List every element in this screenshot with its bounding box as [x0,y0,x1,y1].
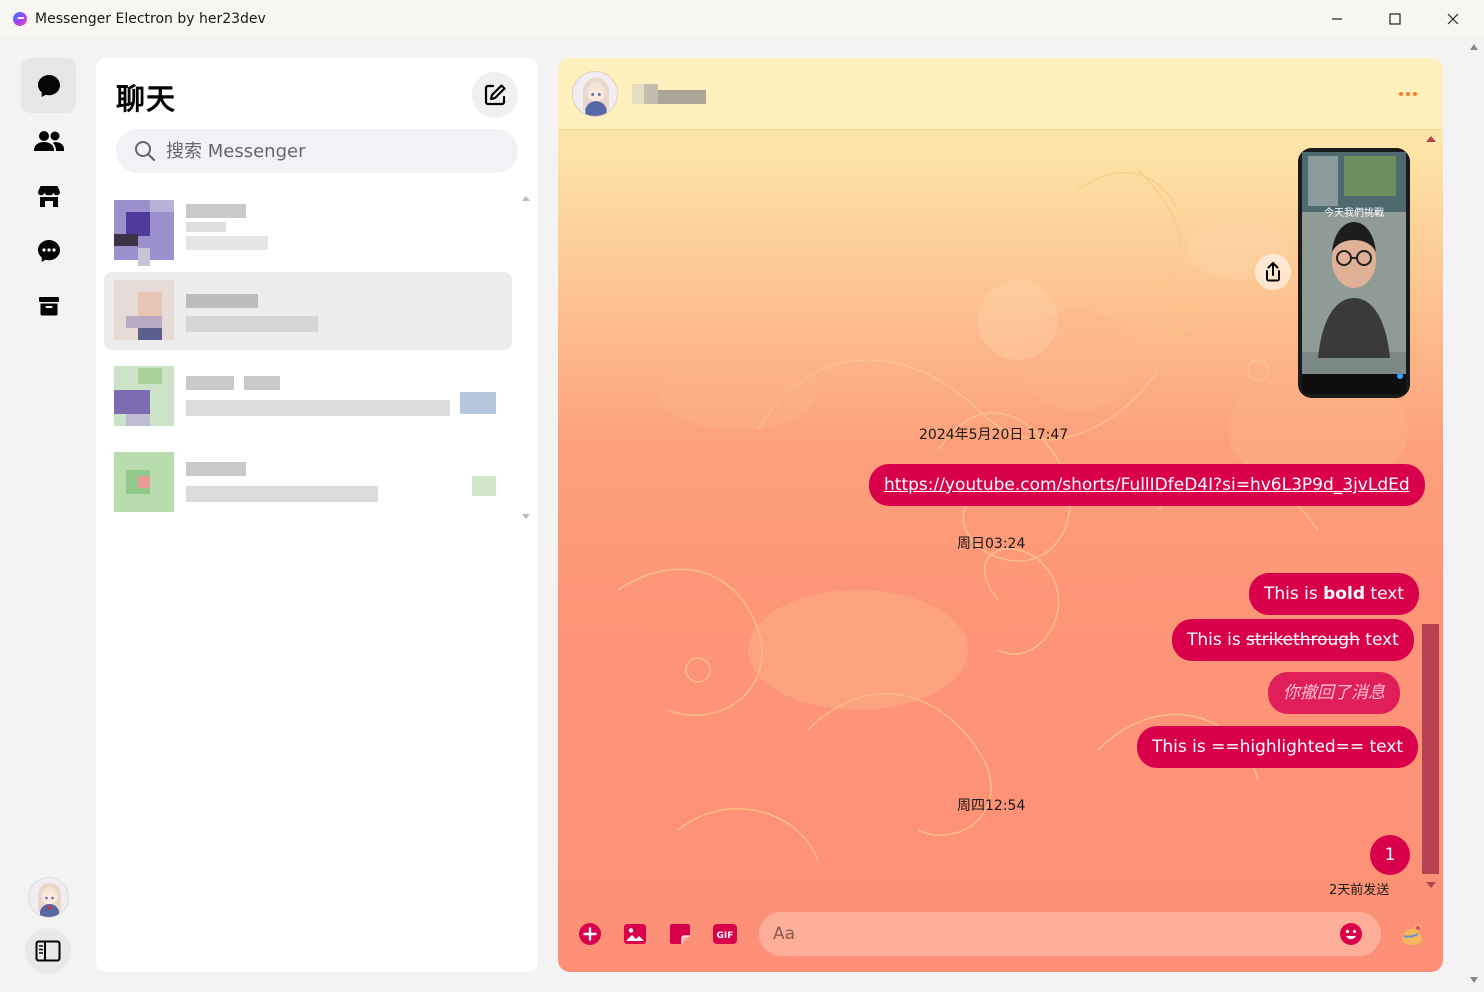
emoji-icon [1340,923,1362,945]
contact-avatar[interactable] [572,71,618,117]
chat-header [558,58,1443,130]
video-caption: 今天我們挑戰 [1324,208,1384,219]
search-bar[interactable] [116,129,518,173]
rail-item-archive[interactable] [21,278,76,333]
quick-reaction-icon [1402,924,1422,945]
message-bubble[interactable]: This is ==highlighted== text [1137,726,1419,768]
title-bar: Messenger Electron by her23dev [0,0,1484,38]
message-bubble[interactable]: This is bold text [1249,573,1419,615]
message-bubble[interactable]: 1 [1370,835,1410,875]
emoji-button[interactable] [1339,922,1363,946]
maximize-button[interactable] [1366,0,1424,38]
sidebar-panel-icon [35,940,61,962]
minimize-icon [1332,18,1342,20]
image-icon [624,924,646,944]
marketplace-icon [37,185,60,207]
plus-circle-icon [579,923,601,945]
search-input[interactable] [166,140,496,162]
timestamp: 周日03:24 [957,536,1026,552]
chat-panel: 今天我們挑戰 2024年5月20日 17:47 https://youtube.… [558,58,1443,972]
video-thumbnail [1298,148,1410,398]
sent-status: 2天前发送 [1329,883,1390,898]
read-receipt-avatar [460,392,496,414]
avatar-illustration [29,878,68,917]
rail-item-people[interactable] [21,113,76,168]
close-icon [1447,13,1459,25]
people-icon [33,130,64,151]
search-icon [135,141,156,162]
page-title: 聊天 [116,82,177,116]
message-input[interactable] [773,924,1333,944]
attach-image-button[interactable] [621,920,649,948]
rail-item-marketplace[interactable] [21,168,76,223]
svg-text:GIF: GIF [717,931,734,941]
chat-scrollbar-thumb[interactable] [1422,624,1439,874]
link-message[interactable]: https://youtube.com/shorts/FullIDfeD4I?s… [869,464,1425,506]
unsent-message[interactable]: 你撤回了消息 [1268,672,1400,714]
timestamp: 周四12:54 [957,798,1026,814]
conversation-item[interactable] [104,272,512,350]
list-scroll-down[interactable] [522,514,530,519]
message-bubble[interactable]: This is strikethrough text [1172,619,1414,661]
gif-icon: GIF [713,924,737,944]
message-input-box[interactable] [759,912,1381,956]
window-title: Messenger Electron by her23dev [35,11,266,27]
sticker-icon [670,924,690,944]
window-scroll-up[interactable] [1470,44,1478,50]
conversation-item[interactable] [104,440,512,518]
messenger-logo-icon [13,12,27,26]
conversation-item[interactable] [104,356,512,434]
more-actions-button[interactable] [576,920,604,948]
chat-scroll-up[interactable] [1426,136,1436,142]
avatar-illustration [573,72,617,116]
share-button[interactable] [1255,254,1291,290]
gif-button[interactable]: GIF [711,920,739,948]
archive-icon [38,296,59,315]
share-icon [1266,262,1280,282]
more-dots-icon [1399,92,1403,96]
maximize-icon [1389,13,1401,25]
chat-bubble-icon [37,74,60,97]
window-scroll-down[interactable] [1470,977,1478,983]
conversation-item[interactable] [104,194,512,272]
video-message[interactable]: 今天我們挑戰 [1298,148,1410,398]
conversation-info-button[interactable] [1388,80,1428,108]
read-receipt-avatar [472,476,496,496]
quick-reaction-button[interactable] [1398,920,1426,948]
toggle-sidebar-button[interactable] [25,928,71,974]
list-scroll-up[interactable] [522,196,530,201]
profile-avatar[interactable] [28,877,69,918]
minimize-button[interactable] [1308,0,1366,38]
message-requests-icon [37,239,60,262]
rail-item-message-requests[interactable] [21,223,76,278]
nav-rail [0,38,96,992]
timestamp: 2024年5月20日 17:47 [919,427,1069,443]
chat-scroll-down[interactable] [1426,882,1436,888]
rail-item-chats[interactable] [21,58,76,113]
sticker-button[interactable] [666,920,694,948]
new-message-button[interactable] [472,72,518,118]
compose-icon [484,84,506,106]
chat-list-panel: 聊天 [96,58,538,972]
close-button[interactable] [1424,0,1482,38]
